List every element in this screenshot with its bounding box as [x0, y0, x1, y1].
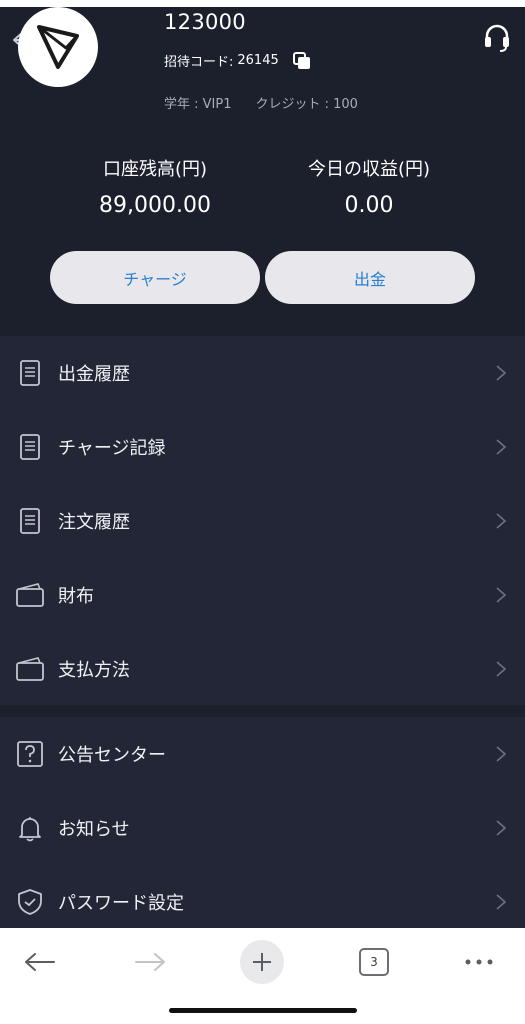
- balance-label: 口座残高(円): [102, 159, 208, 180]
- menu-item-announcement-center[interactable]: 公告センター: [0, 717, 525, 791]
- menu-item-label: パスワード設定: [58, 893, 184, 914]
- invite-code-row: 招待コード: 26145: [164, 51, 311, 70]
- tron-logo-icon: [37, 25, 79, 69]
- menu-item-label: 注文履歴: [58, 512, 130, 533]
- document-icon: [20, 360, 40, 386]
- tabs-button[interactable]: 3: [356, 938, 392, 986]
- arrow-left-icon: [25, 953, 55, 971]
- browser-toolbar: 3: [0, 928, 525, 1024]
- menu-item-label: 財布: [58, 586, 94, 607]
- balance-stat: 口座残高(円) 89,000.00: [45, 155, 265, 218]
- chevron-right-icon: [496, 894, 507, 910]
- invite-code-value: 26145: [237, 53, 279, 68]
- chevron-right-icon: [496, 439, 507, 455]
- plus-icon: [240, 940, 284, 984]
- status-strip: [0, 0, 525, 7]
- shield-icon: [18, 889, 42, 915]
- menu-item-label: 出金履歴: [58, 364, 130, 385]
- menu-item-label: 公告センター: [58, 745, 166, 766]
- more-icon: [465, 959, 493, 965]
- chevron-right-icon: [496, 513, 507, 529]
- menu-item-label: チャージ記録: [58, 438, 166, 459]
- document-icon: [20, 434, 40, 460]
- secondary-menu: 公告センター お知らせ パスワード設定: [0, 717, 525, 928]
- chevron-right-icon: [496, 746, 507, 762]
- withdraw-button[interactable]: 出金: [265, 251, 475, 304]
- menu-item-charge-records[interactable]: チャージ記録: [0, 410, 525, 484]
- username: 123000: [164, 10, 246, 34]
- invite-code-label: 招待コード:: [164, 55, 234, 70]
- headset-icon[interactable]: [483, 23, 511, 53]
- bell-icon: [19, 817, 41, 842]
- account-header: 123000 招待コード: 26145 学年 : VIP1 クレジット : 10…: [0, 7, 525, 336]
- menu-item-order-history[interactable]: 注文履歴: [0, 484, 525, 558]
- avatar[interactable]: [18, 7, 98, 87]
- new-tab-button[interactable]: [240, 938, 284, 986]
- wallet-icon: [16, 657, 44, 681]
- chevron-right-icon: [496, 365, 507, 381]
- browser-forward-button[interactable]: [128, 938, 172, 986]
- primary-menu: 出金履歴 チャージ記録 注文履歴 財布 支払方法: [0, 336, 525, 705]
- help-icon: [17, 741, 43, 767]
- section-divider: [0, 705, 525, 717]
- profit-value: 0.00: [344, 193, 394, 218]
- grade-text: 学年 : VIP1: [164, 97, 232, 112]
- browser-back-button[interactable]: [18, 938, 62, 986]
- more-options-button[interactable]: [454, 938, 504, 986]
- profit-stat: 今日の収益(円) 0.00: [259, 155, 479, 218]
- home-indicator: [169, 1008, 357, 1013]
- balance-value: 89,000.00: [99, 193, 211, 218]
- chevron-right-icon: [496, 587, 507, 603]
- menu-item-payment-method[interactable]: 支払方法: [0, 632, 525, 706]
- chevron-right-icon: [496, 820, 507, 836]
- menu-item-wallet[interactable]: 財布: [0, 558, 525, 632]
- menu-item-label: お知らせ: [58, 819, 130, 840]
- chevron-right-icon: [496, 661, 507, 677]
- tab-count: 3: [359, 948, 389, 976]
- menu-item-label: 支払方法: [58, 660, 130, 681]
- profit-label: 今日の収益(円): [307, 159, 431, 180]
- charge-button[interactable]: チャージ: [50, 251, 260, 304]
- document-icon: [20, 508, 40, 534]
- menu-item-withdraw-history[interactable]: 出金履歴: [0, 336, 525, 410]
- credit-text: クレジット : 100: [255, 97, 358, 112]
- copy-icon[interactable]: [292, 51, 311, 70]
- arrow-right-icon: [135, 953, 165, 971]
- menu-item-notifications[interactable]: お知らせ: [0, 791, 525, 865]
- wallet-icon: [16, 583, 44, 607]
- level-row: 学年 : VIP1 クレジット : 100: [164, 93, 358, 112]
